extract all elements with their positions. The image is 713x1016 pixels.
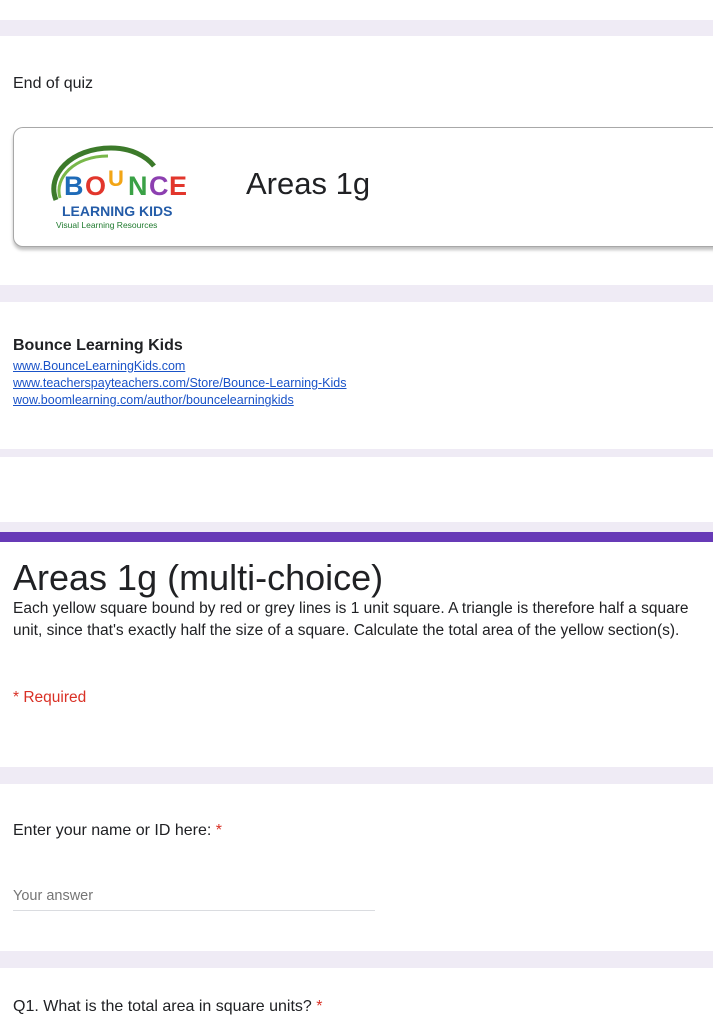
required-star: * bbox=[316, 998, 323, 1015]
name-question-label: Enter your name or ID here: * bbox=[13, 822, 222, 840]
form-accent-bar bbox=[0, 532, 713, 542]
title-image-card: B O U N C E LEARNING KIDS Visual Learnin… bbox=[13, 127, 713, 247]
link-bouncelearningkids[interactable]: www.BounceLearningKids.com bbox=[13, 359, 185, 373]
svg-text:U: U bbox=[108, 166, 124, 191]
next-question-label: Q1. What is the total area in square uni… bbox=[13, 998, 323, 1016]
name-question-text: Enter your name or ID here: bbox=[13, 822, 212, 839]
link-teacherspayteachers[interactable]: www.teacherspayteachers.com/Store/Bounce… bbox=[13, 376, 347, 390]
link-boomlearning[interactable]: wow.boomlearning.com/author/bouncelearni… bbox=[13, 393, 294, 407]
section-gap bbox=[0, 20, 713, 36]
required-star: * bbox=[215, 822, 222, 839]
section-gap bbox=[0, 522, 713, 532]
form-title: Areas 1g (multi-choice) bbox=[13, 557, 384, 598]
next-question-text: Q1. What is the total area in square uni… bbox=[13, 998, 312, 1015]
section-gap bbox=[0, 951, 713, 968]
svg-text:C: C bbox=[149, 171, 169, 201]
svg-text:E: E bbox=[169, 171, 187, 201]
required-note: * Required bbox=[13, 689, 87, 706]
svg-text:B: B bbox=[64, 171, 84, 201]
end-of-quiz-text: End of quiz bbox=[13, 75, 94, 92]
name-answer-input[interactable] bbox=[13, 884, 373, 908]
answer-underline bbox=[13, 910, 375, 911]
section-gap bbox=[0, 0, 713, 20]
svg-text:Visual Learning Resources: Visual Learning Resources bbox=[56, 220, 157, 230]
section-gap bbox=[0, 285, 713, 302]
section-gap bbox=[0, 449, 713, 457]
credits-heading: Bounce Learning Kids bbox=[13, 337, 183, 354]
bounce-logo: B O U N C E LEARNING KIDS Visual Learnin… bbox=[51, 145, 187, 230]
svg-text:LEARNING KIDS: LEARNING KIDS bbox=[62, 203, 172, 219]
logo-title: Areas 1g bbox=[246, 166, 371, 201]
svg-text:O: O bbox=[85, 171, 106, 201]
form-description: Each yellow square bound by red or grey … bbox=[13, 600, 689, 639]
section-gap bbox=[0, 767, 713, 784]
svg-text:N: N bbox=[128, 171, 148, 201]
